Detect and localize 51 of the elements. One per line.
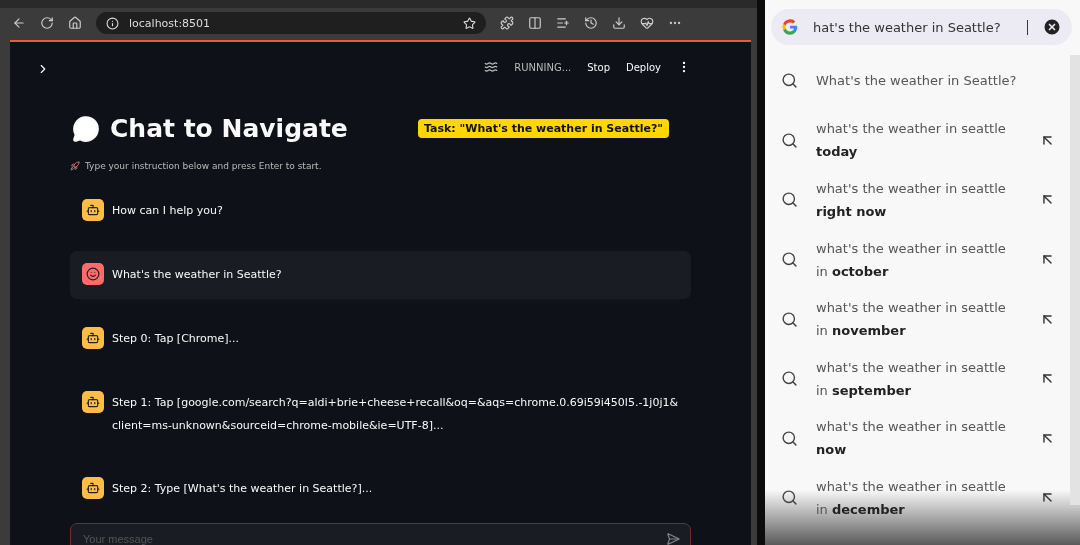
message-input[interactable]: Your message	[81, 532, 666, 545]
instruction-text: Type your instruction below and press Enter to start.	[85, 161, 322, 171]
message-text: Step 0: Tap [Chrome]...	[112, 331, 240, 347]
search-icon	[781, 429, 798, 447]
back-icon[interactable]	[12, 16, 26, 30]
status-text: RUNNING...	[514, 61, 572, 73]
bot-avatar-icon	[82, 391, 104, 413]
send-icon[interactable]	[666, 532, 680, 545]
search-icon	[781, 72, 798, 90]
speech-bubble-icon	[72, 114, 100, 143]
header-button[interactable]: Deploy	[626, 61, 661, 73]
suggestion-item[interactable]: what's the weather in seattle in december	[765, 468, 1070, 528]
search-icon	[781, 310, 798, 328]
header-button[interactable]: Stop	[587, 61, 610, 73]
download-icon[interactable]	[612, 16, 626, 30]
bot-avatar-icon	[82, 327, 104, 349]
search-icon	[781, 370, 798, 388]
favorites-icon[interactable]	[556, 16, 570, 30]
google-logo-icon	[781, 18, 799, 36]
clear-icon[interactable]	[1042, 17, 1062, 37]
suggestion-item[interactable]: what's the weather in seattle in november	[765, 289, 1070, 349]
suggestion-item[interactable]: What's the weather in Seattle?	[765, 51, 1070, 111]
message-box[interactable]: Your message	[70, 523, 691, 545]
search-field[interactable]: hat's the weather in Seattle?	[771, 9, 1072, 45]
search-icon	[781, 489, 798, 507]
message-text: What's the weather in Seattle?	[112, 267, 282, 283]
address-bar[interactable]: localhost:8501	[96, 12, 486, 34]
scrollbar[interactable]	[1070, 55, 1080, 505]
split-screen-icon[interactable]	[528, 16, 542, 30]
search-icon	[781, 131, 798, 149]
message-text: Step 2: Type [What's the weather in Seattle?]...	[112, 481, 373, 497]
suggestion-item[interactable]: what's the weather in seattle now	[765, 408, 1070, 469]
extensions-icon[interactable]	[500, 16, 514, 30]
suggestion-item[interactable]: what's the weather in seattle in october	[765, 229, 1070, 290]
page-title: Chat to Navigate	[110, 114, 348, 143]
message-text: Step 1: Tap [google.com/search?q=aldi+brie+cheese+recall&oq=&aqs=chrome.0.69i59i450l5.-1j0j1&client=ms-unknown&sourceid=chrome-mobile&ie=UTF-8]...	[112, 395, 679, 434]
heart-icon[interactable]	[640, 16, 654, 30]
message-text: How can I help you?	[112, 203, 223, 219]
refresh-icon[interactable]	[40, 16, 54, 30]
home-icon[interactable]	[68, 16, 82, 30]
search-icon	[781, 251, 798, 269]
rocket-icon	[70, 161, 80, 171]
task-badge: Task: "What's the weather in Seattle?"	[417, 119, 669, 138]
bot-avatar-icon	[82, 477, 104, 499]
history-icon[interactable]	[584, 16, 598, 30]
suggestion-item[interactable]: what's the weather in seattle today	[765, 110, 1070, 171]
search-icon	[781, 191, 798, 209]
suggestion-item[interactable]: what's the weather in seattle right now	[765, 170, 1070, 230]
bot-avatar-icon	[82, 199, 104, 221]
suggestion-item[interactable]: what's the weather in seattle in september	[765, 348, 1070, 409]
user-avatar-icon	[82, 263, 104, 285]
